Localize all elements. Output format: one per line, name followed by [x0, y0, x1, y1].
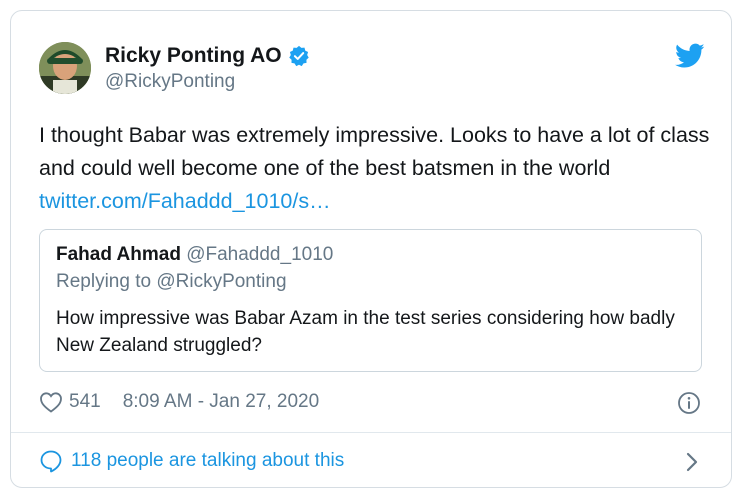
tweet-text: I thought Babar was extremely impressive…	[39, 119, 719, 218]
avatar[interactable]	[39, 42, 91, 94]
quoted-header: Fahad Ahmad @Fahaddd_1010	[56, 244, 333, 266]
speech-bubble-icon	[40, 450, 62, 473]
quoted-reply-to: Replying to @RickyPonting	[56, 271, 287, 292]
author-display-name[interactable]: Ricky Ponting AO	[105, 44, 282, 68]
chevron-right-icon[interactable]	[685, 452, 699, 472]
tweet-body: I thought Babar was extremely impressive…	[39, 123, 710, 180]
conversation-link[interactable]: 118 people are talking about this	[39, 449, 344, 473]
info-icon[interactable]	[677, 391, 701, 415]
like-count[interactable]: 541	[69, 391, 101, 413]
divider	[11, 432, 731, 433]
tweet-meta: 541 8:09 AM - Jan 27, 2020	[39, 391, 319, 413]
verified-badge-icon	[288, 45, 309, 67]
talking-count-text[interactable]: 118 people are talking about this	[71, 450, 344, 472]
tweet-card: Ricky Ponting AO @RickyPonting I thought…	[10, 10, 732, 488]
tweet-link[interactable]: twitter.com/Fahaddd_1010/s…	[39, 189, 331, 213]
author-name-row[interactable]: Ricky Ponting AO	[105, 42, 310, 70]
author-handle[interactable]: @RickyPonting	[105, 71, 235, 93]
timestamp[interactable]: 8:09 AM - Jan 27, 2020	[123, 391, 319, 413]
quoted-text: How impressive was Babar Azam in the tes…	[56, 308, 675, 356]
quoted-author-name: Fahad Ahmad	[56, 244, 181, 265]
twitter-bird-icon[interactable]	[675, 43, 705, 69]
quoted-tweet[interactable]: Fahad Ahmad @Fahaddd_1010 Replying to @R…	[39, 229, 702, 372]
quoted-author-handle: @Fahaddd_1010	[186, 244, 334, 265]
heart-icon[interactable]	[39, 391, 63, 413]
